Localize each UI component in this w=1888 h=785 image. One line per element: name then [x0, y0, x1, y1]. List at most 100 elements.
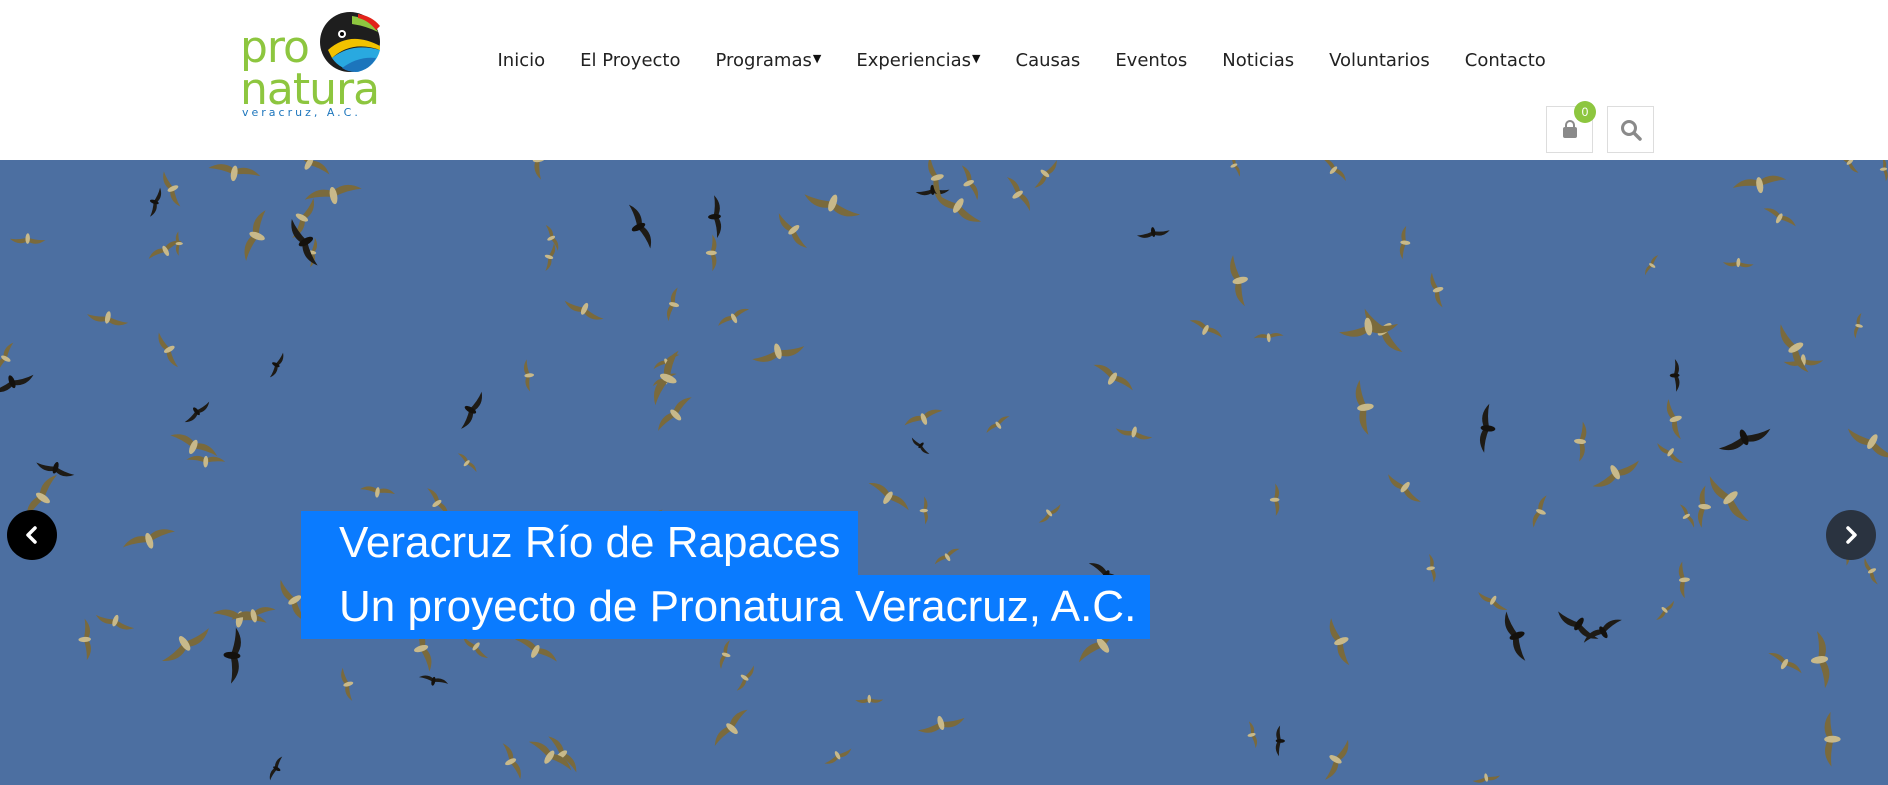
logo-tagline: veracruz, A.C. — [242, 106, 361, 119]
hawk-silhouette — [122, 529, 175, 549]
hawk-silhouette — [1840, 160, 1859, 173]
hawk-silhouette — [1115, 426, 1153, 440]
hawk-silhouette — [162, 628, 209, 661]
hawk-silhouette — [653, 350, 679, 406]
hawk-silhouette — [184, 401, 210, 423]
hawk-silhouette — [223, 627, 241, 684]
header-tools: 0 — [1546, 101, 1654, 153]
slider-next-button[interactable] — [1826, 510, 1876, 560]
nav-item-label: Eventos — [1115, 49, 1188, 71]
hawk-silhouette — [1722, 257, 1754, 268]
nav-item-programas[interactable]: Programas ▼ — [698, 50, 839, 71]
hawk-silhouette — [1810, 631, 1830, 689]
hero-subtitle: Un proyecto de Pronatura Veracruz, A.C. — [301, 575, 1150, 639]
hawk-silhouette — [1532, 495, 1547, 528]
toucan-logo-icon — [320, 12, 380, 72]
site-header: pro natura veracruz, A.C. Inicio El Proy… — [0, 0, 1888, 160]
search-button[interactable] — [1607, 106, 1654, 153]
hawk-silhouette — [1329, 618, 1350, 666]
hawk-silhouette — [1430, 272, 1444, 308]
nav-item-causas[interactable]: Causas — [998, 50, 1098, 71]
hawk-silhouette — [1478, 592, 1508, 610]
hawks-in-sky-image — [0, 160, 1888, 783]
hawk-silhouette — [919, 496, 928, 525]
nav-item-eventos[interactable]: Eventos — [1098, 50, 1205, 71]
chevron-right-icon — [1846, 526, 1857, 544]
hawk-silhouette — [502, 743, 521, 780]
hawk-silhouette — [175, 231, 183, 256]
hawk-silhouette — [269, 352, 284, 378]
cart-count-badge: 0 — [1574, 101, 1596, 123]
hawk-silhouette — [1504, 611, 1526, 661]
hawk-silhouette — [1709, 476, 1749, 522]
hawk-silhouette — [1355, 380, 1374, 435]
hawk-silhouette — [1038, 504, 1061, 523]
nav-item-inicio[interactable]: Inicio — [480, 50, 563, 71]
hawk-silhouette — [804, 194, 861, 217]
hawk-silhouette — [1269, 483, 1280, 516]
hero-title: Veracruz Río de Rapaces — [301, 511, 858, 575]
hawk-silhouette — [186, 455, 226, 468]
main-nav: Inicio El Proyecto Programas ▼ Experienci… — [480, 44, 1563, 76]
hawk-silhouette — [531, 160, 545, 180]
search-icon — [1620, 119, 1642, 141]
hawk-silhouette — [95, 614, 135, 630]
caret-down-icon: ▼ — [972, 51, 981, 65]
nav-item-label: Programas — [715, 49, 812, 71]
nav-item-label: Causas — [1015, 49, 1081, 71]
nav-item-label: Noticias — [1222, 49, 1295, 71]
hawk-silhouette — [148, 240, 182, 259]
hawk-silhouette — [855, 694, 884, 704]
hawk-silhouette — [708, 195, 722, 238]
hawk-silhouette — [1854, 313, 1863, 339]
hawk-silhouette — [1656, 600, 1674, 620]
hawk-silhouette — [824, 748, 852, 764]
hawk-silhouette — [719, 640, 731, 669]
hawk-silhouette — [1666, 399, 1682, 440]
hawk-silhouette — [658, 397, 692, 431]
hawk-silhouette — [269, 756, 283, 781]
nav-item-noticias[interactable]: Noticias — [1205, 50, 1312, 71]
caret-down-icon: ▼ — [812, 51, 822, 65]
hawk-silhouette — [208, 164, 261, 182]
hawk-silhouette — [1645, 255, 1659, 276]
hawk-silhouette — [714, 709, 748, 746]
nav-item-label: Inicio — [497, 49, 546, 71]
hawk-silhouette — [934, 548, 960, 565]
hawk-silhouette — [705, 234, 717, 272]
slider-prev-button[interactable] — [7, 510, 57, 560]
hawk-silhouette — [1879, 160, 1888, 182]
hawk-silhouette — [1864, 557, 1878, 585]
hawk-silhouette — [917, 715, 965, 733]
nav-item-el-proyecto[interactable]: El Proyecto — [563, 50, 698, 71]
hawk-silhouette — [904, 409, 943, 426]
nav-item-experiencias[interactable]: Experiencias ▼ — [839, 50, 998, 71]
hawk-silhouette — [158, 332, 179, 368]
hawk-silhouette — [545, 225, 559, 251]
nav-item-voluntarios[interactable]: Voluntarios — [1312, 50, 1448, 71]
hawk-silhouette — [1093, 364, 1133, 391]
hawk-silhouette — [0, 374, 34, 393]
hawk-silhouette — [163, 171, 181, 207]
hawk-silhouette — [1229, 160, 1241, 177]
hawk-silhouette — [1679, 504, 1695, 528]
hawk-silhouette — [1034, 160, 1057, 188]
hawk-silhouette — [868, 483, 909, 511]
cart-button[interactable]: 0 — [1546, 101, 1596, 153]
hawk-silhouette — [736, 665, 754, 691]
hawk-silhouette — [752, 343, 805, 362]
hawk-silhouette — [778, 213, 808, 248]
hawk-silhouette — [915, 184, 950, 196]
site-logo[interactable]: pro natura veracruz, A.C. — [238, 8, 383, 123]
hawk-silhouette — [1399, 225, 1411, 260]
hawk-silhouette — [1253, 332, 1284, 343]
hawk-silhouette — [1472, 773, 1501, 783]
hawk-silhouette — [1669, 358, 1680, 392]
hawk-silhouette — [1230, 255, 1248, 307]
hawk-silhouette — [291, 218, 318, 266]
hawk-silhouette — [1780, 324, 1809, 373]
nav-item-contacto[interactable]: Contacto — [1447, 50, 1563, 71]
hawk-silhouette — [961, 165, 979, 201]
hawk-silhouette — [1558, 611, 1599, 639]
hawk-silhouette — [457, 453, 477, 473]
